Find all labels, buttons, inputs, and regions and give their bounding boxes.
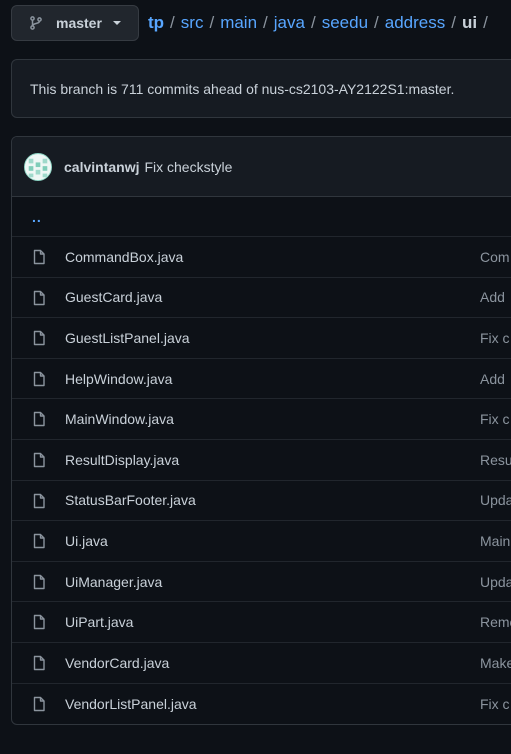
breadcrumb-link-seedu[interactable]: seedu	[322, 12, 368, 34]
parent-directory-row[interactable]: ..	[12, 197, 511, 237]
breadcrumb-separator: /	[451, 13, 456, 32]
file-icon	[31, 330, 47, 346]
file-icon	[31, 371, 47, 387]
file-commit-message-link[interactable]: Main	[480, 533, 510, 549]
file-commit-message-link[interactable]: Com	[480, 249, 510, 265]
file-name-link[interactable]: UiManager.java	[65, 574, 162, 590]
file-icon	[31, 411, 47, 427]
avatar[interactable]	[24, 152, 52, 181]
file-commit-message-link[interactable]: Fix c	[480, 696, 510, 712]
parent-directory-link[interactable]: ..	[32, 209, 42, 225]
branch-name: master	[56, 15, 102, 31]
file-icon	[31, 452, 47, 468]
file-name-link[interactable]: UiPart.java	[65, 614, 133, 630]
file-icon	[31, 614, 47, 630]
file-list: calvintanwj Fix checkstyle .. CommandBox…	[11, 136, 511, 725]
commit-author-link[interactable]: calvintanwj	[64, 159, 139, 175]
file-commit-message-link[interactable]: Upda	[480, 492, 511, 508]
breadcrumb-separator: /	[483, 13, 488, 32]
breadcrumb-root-link[interactable]: tp	[148, 12, 164, 34]
file-icon	[31, 493, 47, 509]
chevron-down-icon	[112, 18, 122, 28]
git-branch-icon	[28, 15, 44, 31]
breadcrumb-link-address[interactable]: address	[385, 12, 445, 34]
file-commit-message-link[interactable]: Remo	[480, 614, 511, 630]
breadcrumb-link-main[interactable]: main	[220, 12, 257, 34]
file-icon	[31, 533, 47, 549]
file-row[interactable]: MainWindow.java Fix c	[12, 399, 511, 440]
file-name-link[interactable]: GuestCard.java	[65, 289, 162, 305]
breadcrumb-separator: /	[310, 13, 316, 32]
file-row[interactable]: HelpWindow.java Add	[12, 359, 511, 400]
file-name-link[interactable]: HelpWindow.java	[65, 371, 172, 387]
file-name-link[interactable]: VendorListPanel.java	[65, 696, 197, 712]
file-row[interactable]: UiManager.java Upda	[12, 562, 511, 603]
file-row[interactable]: Ui.java Main	[12, 521, 511, 562]
file-row[interactable]: StatusBarFooter.java Upda	[12, 481, 511, 522]
file-name-link[interactable]: VendorCard.java	[65, 655, 169, 671]
top-bar: master tp / src / main / java / seedu / …	[0, 0, 511, 48]
breadcrumb: tp / src / main / java / seedu / address…	[148, 12, 494, 34]
breadcrumb-link-java[interactable]: java	[274, 12, 305, 34]
file-row[interactable]: ResultDisplay.java Resu	[12, 440, 511, 481]
file-icon	[31, 696, 47, 712]
breadcrumb-separator: /	[263, 13, 268, 32]
file-commit-message-link[interactable]: Add	[480, 289, 505, 305]
file-commit-message-link[interactable]: Fix c	[480, 411, 510, 427]
file-row[interactable]: UiPart.java Remo	[12, 602, 511, 643]
breadcrumb-separator: /	[170, 13, 175, 32]
file-row[interactable]: VendorCard.java Make	[12, 643, 511, 684]
file-commit-message-link[interactable]: Add	[480, 371, 505, 387]
branch-ahead-notice: This branch is 711 commits ahead of nus-…	[11, 59, 511, 118]
file-name-link[interactable]: CommandBox.java	[65, 249, 183, 265]
commit-message-link[interactable]: Fix checkstyle	[144, 159, 232, 175]
file-name-link[interactable]: StatusBarFooter.java	[65, 492, 196, 508]
file-name-link[interactable]: Ui.java	[65, 533, 108, 549]
file-icon	[31, 655, 47, 671]
breadcrumb-link-src[interactable]: src	[181, 12, 204, 34]
branch-ahead-text: This branch is 711 commits ahead of nus-…	[30, 80, 455, 97]
file-commit-message-link[interactable]: Fix c	[480, 330, 510, 346]
file-commit-message-link[interactable]: Upda	[480, 574, 511, 590]
file-row[interactable]: GuestCard.java Add	[12, 278, 511, 319]
file-commit-message-link[interactable]: Resu	[480, 452, 511, 468]
file-icon	[31, 249, 47, 265]
file-row[interactable]: GuestListPanel.java Fix c	[12, 318, 511, 359]
file-icon	[31, 574, 47, 590]
branch-select-button[interactable]: master	[11, 5, 139, 41]
file-commit-message-link[interactable]: Make	[480, 655, 511, 671]
breadcrumb-separator: /	[209, 13, 215, 32]
breadcrumb-separator: /	[374, 13, 379, 32]
file-name-link[interactable]: GuestListPanel.java	[65, 330, 190, 346]
file-row[interactable]: VendorListPanel.java Fix c	[12, 684, 511, 724]
latest-commit-header: calvintanwj Fix checkstyle	[12, 137, 511, 197]
file-row[interactable]: CommandBox.java Com	[12, 237, 511, 278]
file-icon	[31, 290, 47, 306]
file-name-link[interactable]: ResultDisplay.java	[65, 452, 179, 468]
breadcrumb-current: ui	[461, 13, 478, 32]
file-name-link[interactable]: MainWindow.java	[65, 411, 174, 427]
